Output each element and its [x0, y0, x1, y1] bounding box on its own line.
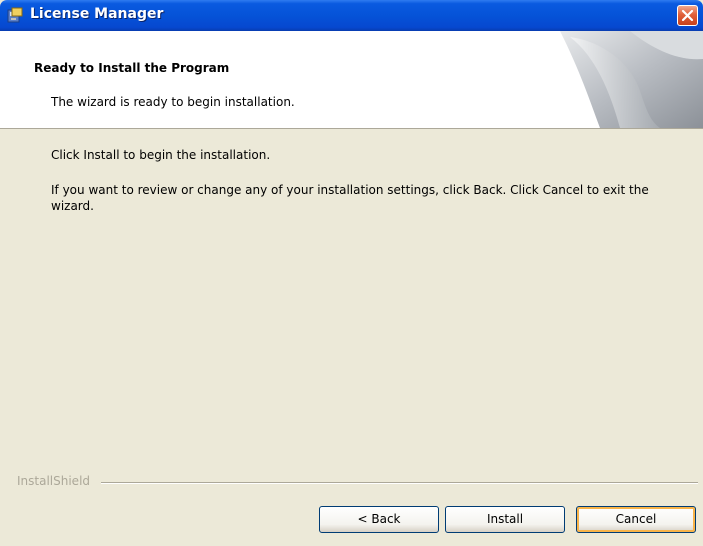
wizard-header: Ready to Install the Program The wizard … — [0, 31, 703, 129]
install-button[interactable]: Install — [445, 506, 565, 533]
instruction-text: Click Install to begin the installation. — [51, 148, 271, 162]
installer-icon — [7, 7, 23, 23]
installer-window: License Manager Ready to Install the Pro… — [0, 0, 703, 546]
close-icon — [681, 9, 694, 22]
help-text: If you want to review or change any of y… — [51, 183, 649, 213]
footer-divider — [101, 482, 698, 484]
header-title: Ready to Install the Program — [34, 61, 230, 75]
back-button[interactable]: < Back — [319, 506, 439, 533]
window-title: License Manager — [30, 6, 164, 22]
close-button[interactable] — [677, 5, 698, 26]
cancel-button[interactable]: Cancel — [576, 506, 696, 533]
installshield-brand: InstallShield — [17, 474, 95, 488]
banner-graphic — [560, 31, 703, 128]
header-subtitle: The wizard is ready to begin installatio… — [51, 95, 295, 109]
title-bar[interactable]: License Manager — [0, 0, 703, 31]
